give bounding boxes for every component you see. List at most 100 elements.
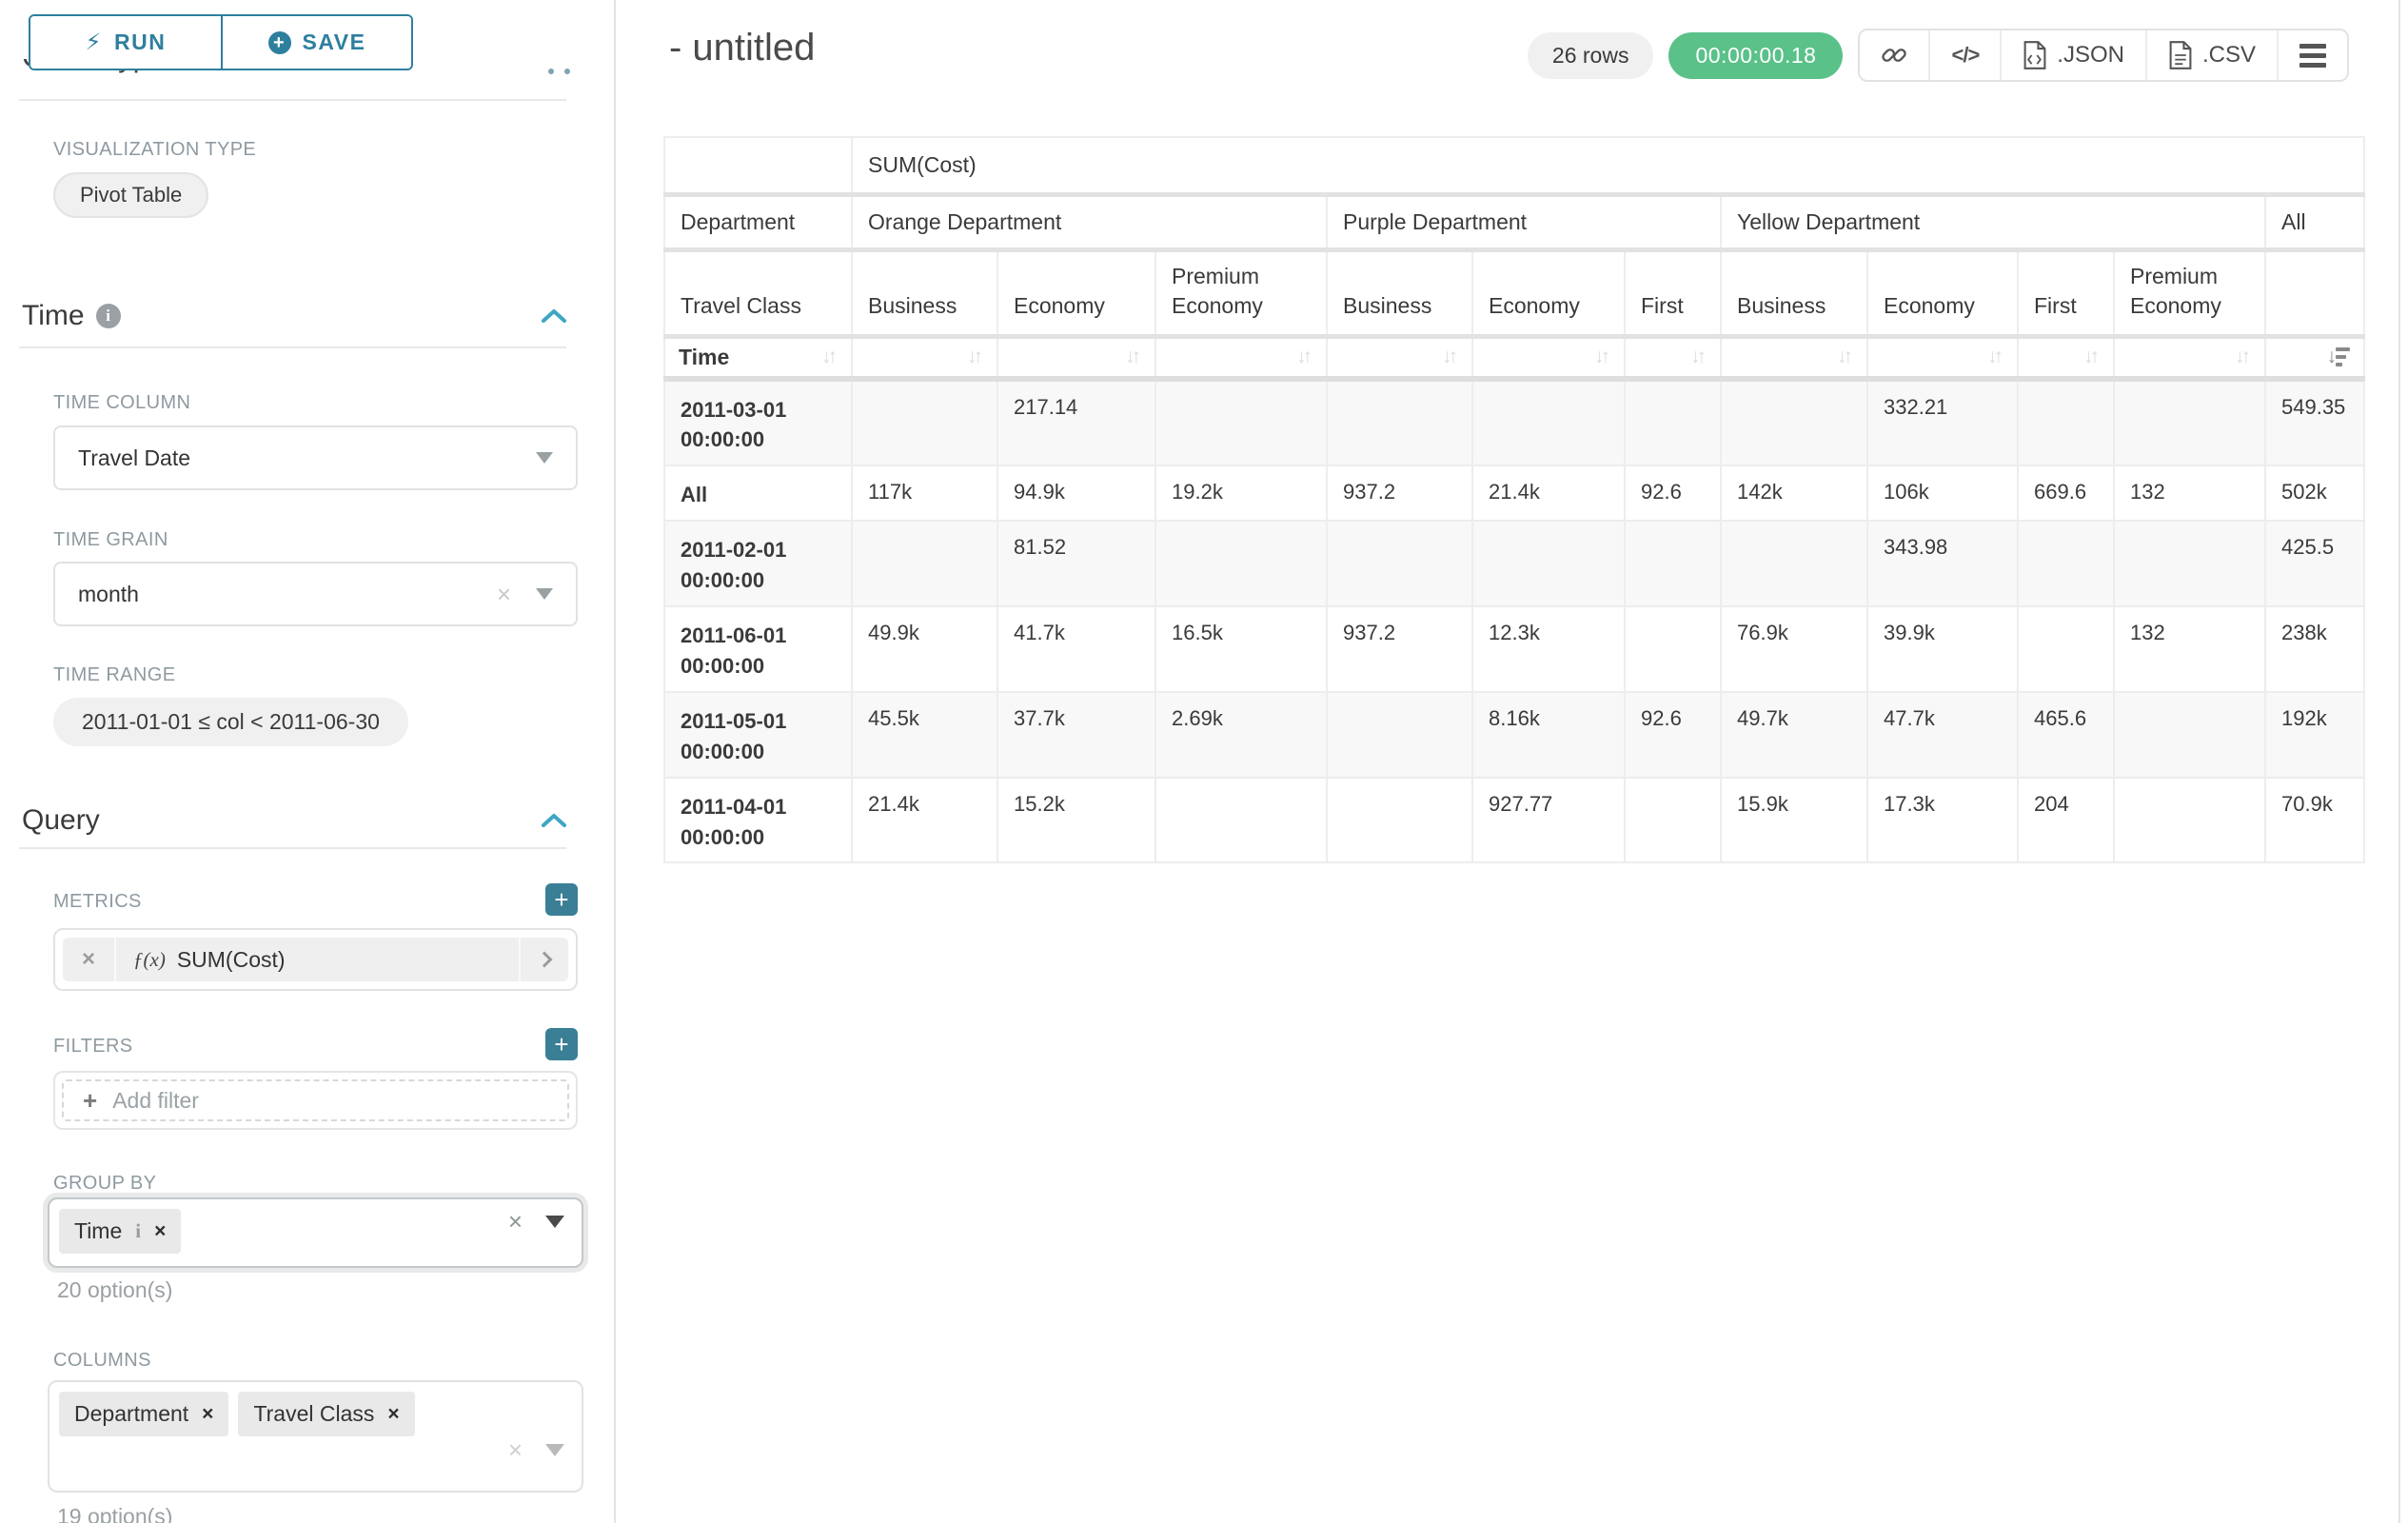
pivot-value-cell [1721,521,1867,606]
edit-metric-chevron[interactable] [519,938,568,981]
pivot-value-cell: 81.52 [997,521,1155,606]
add-metric-button[interactable]: + [545,883,578,916]
control-panel: ⚡ RUN + SAVE Chart Type VISUALIZATION TY… [0,0,616,1523]
save-button-label: SAVE [303,30,366,55]
pivot-value-cell: 106k [1867,465,2018,521]
group-by-tag-time[interactable]: Time i × [59,1209,181,1254]
department-group-header: Orange Department [852,194,1327,249]
pivot-value-cell: 94.9k [997,465,1155,521]
pivot-value-cell [2114,692,2265,778]
function-icon: ƒ(x) [133,948,166,972]
remove-tag-icon[interactable]: × [387,1404,399,1424]
pivot-value-cell: 41.7k [997,606,1155,692]
export-json-button[interactable]: .JSON [2000,30,2145,80]
share-link-button[interactable] [1860,30,1928,80]
pivot-value-cell: 37.7k [997,692,1155,778]
remove-tag-icon[interactable]: × [202,1404,213,1424]
pivot-value-cell: 45.5k [852,692,997,778]
table-row: 2011-05-01 00:00:0045.5k37.7k2.69k8.16k9… [664,692,2364,778]
travel-class-header: First [2018,249,2114,336]
pivot-value-cell: 425.5 [2265,521,2364,606]
collapse-chevron-tip [564,69,570,74]
sortable-column-cell: ↓↑ [2018,336,2114,379]
metric-name: SUM(Cost) [177,947,286,973]
time-range-pill[interactable]: 2011-01-01 ≤ col < 2011-06-30 [53,698,408,746]
pivot-value-cell: 19.2k [1155,465,1327,521]
sort-toggle-icon[interactable]: ↓↑ [1442,346,1458,368]
columns-tag-travel-class[interactable]: Travel Class × [238,1392,414,1436]
clear-icon[interactable]: × [497,582,511,606]
view-query-button[interactable]: </> [1928,30,2000,80]
department-corner-cell: Department [664,194,852,249]
metric-pill[interactable]: × ƒ(x) SUM(Cost) [63,938,568,981]
run-button[interactable]: ⚡ RUN [30,16,221,69]
scrollbar[interactable] [2398,0,2400,1523]
export-csv-button[interactable]: .CSV [2145,30,2277,80]
pivot-row-label: 2011-03-01 00:00:00 [664,379,852,466]
chart-title[interactable]: - untitled [669,27,815,69]
save-button[interactable]: + SAVE [221,16,411,69]
pivot-value-cell [1155,521,1327,606]
clear-icon[interactable]: × [508,1209,523,1234]
sort-toggle-icon[interactable]: ↓↑ [821,346,838,368]
pivot-value-cell: 238k [2265,606,2364,692]
pivot-value-cell: 937.2 [1327,606,1472,692]
metrics-label: METRICS [53,891,142,913]
time-grain-label: TIME GRAIN [53,529,168,551]
sort-toggle-icon[interactable]: ↓↑ [1125,346,1141,368]
filters-label: FILTERS [53,1036,133,1058]
columns-select[interactable]: Department × Travel Class × × [48,1380,583,1493]
travel-class-header: Business [1327,249,1472,336]
pivot-value-cell: 47.7k [1867,692,2018,778]
sort-toggle-icon[interactable]: ↓↑ [2083,346,2100,368]
time-grain-select[interactable]: month × [53,562,578,626]
sort-toggle-icon[interactable]: ↓↑ [1594,346,1610,368]
collapse-section-icon[interactable] [542,813,566,828]
visualization-type-pill[interactable]: Pivot Table [53,172,208,218]
pivot-row-label: All [664,465,852,521]
pivot-value-cell [1472,521,1625,606]
sortable-column-cell: ↓ [2265,336,2364,379]
sort-desc-icon[interactable]: ↓ [2327,346,2351,368]
table-row: All117k94.9k19.2k937.221.4k92.6142k106k6… [664,465,2364,521]
sort-toggle-icon[interactable]: ↓↑ [967,346,983,368]
export-json-label: .JSON [2057,42,2124,69]
pivot-value-cell: 92.6 [1625,465,1721,521]
sort-toggle-icon[interactable]: ↓↑ [2235,346,2251,368]
pivot-value-cell [1155,379,1327,466]
pivot-value-cell: 8.16k [1472,692,1625,778]
add-filter-dropzone[interactable]: + Add filter [62,1079,569,1121]
sort-toggle-icon[interactable]: ↓↑ [1296,346,1313,368]
more-menu-button[interactable] [2277,30,2347,80]
plus-circle-icon: + [268,31,291,54]
export-button-group: </> .JSON .CSV [1858,29,2349,82]
department-group-header: Yellow Department [1721,194,2265,249]
sortable-column-cell: ↓↑ [852,336,997,379]
pivot-value-cell: 15.2k [997,778,1155,863]
sort-toggle-icon[interactable]: ↓↑ [1987,346,2003,368]
pivot-value-cell [2114,778,2265,863]
metric-header-cell: SUM(Cost) [852,137,2364,194]
chevron-right-icon [537,952,553,968]
add-filter-button[interactable]: + [545,1028,578,1060]
time-column-select[interactable]: Travel Date [53,425,578,490]
clear-icon[interactable]: × [508,1437,523,1462]
pivot-value-cell: 117k [852,465,997,521]
file-code-icon [2023,41,2047,69]
row-count-badge: 26 rows [1528,32,1654,79]
sort-toggle-icon[interactable]: ↓↑ [1690,346,1707,368]
filters-container: + Add filter [53,1071,578,1130]
pivot-value-cell [1625,379,1721,466]
file-text-icon [2168,41,2193,69]
time-column-value: Travel Date [78,445,190,471]
collapse-section-icon[interactable] [542,308,566,324]
remove-metric-icon[interactable]: × [63,938,116,981]
group-by-select[interactable]: Time i × × [48,1197,583,1268]
remove-tag-icon[interactable]: × [154,1221,166,1241]
sortable-column-cell: ↓↑ [997,336,1155,379]
sort-toggle-icon[interactable]: ↓↑ [1837,346,1853,368]
pivot-value-cell: 937.2 [1327,465,1472,521]
pivot-value-cell: 2.69k [1155,692,1327,778]
columns-tag-department[interactable]: Department × [59,1392,228,1436]
pivot-value-cell: 217.14 [997,379,1155,466]
